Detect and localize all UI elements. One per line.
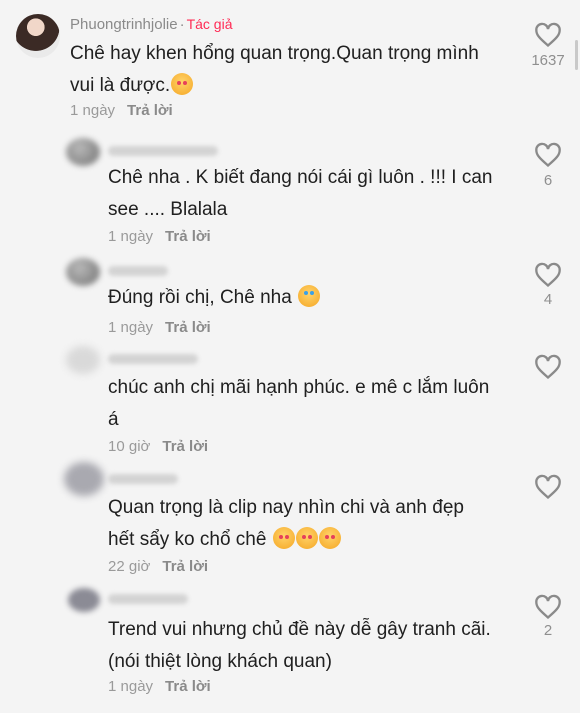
smiling-face-with-hearts-icon [272, 527, 295, 549]
reply-button[interactable]: Trả lời [165, 319, 211, 336]
blurred-username [108, 146, 218, 156]
comment-meta: 10 giờ Trả lời [108, 438, 208, 455]
comment-line: Quan trọng là clip nay nhìn chi và anh đ… [108, 497, 464, 518]
comment-meta: 1 ngày Trả lời [108, 678, 211, 695]
comment-line: hết sẩy ko chổ chê [108, 529, 267, 550]
like-count: 2 [543, 622, 553, 639]
comment-time: 22 giờ [108, 558, 151, 575]
author-name[interactable]: Phuongtrinhjolie [70, 16, 178, 33]
comment-meta: 22 giờ Trả lời [108, 558, 208, 575]
comment-line: see .... Blalala [108, 199, 228, 220]
reply-button[interactable]: Trả lời [162, 438, 208, 455]
comment-line: Đúng rồi chị, Chê nha [108, 287, 292, 308]
blurred-username [108, 354, 198, 364]
avatar[interactable] [16, 14, 60, 58]
heart-icon[interactable] [534, 474, 562, 500]
comment-meta: 1 ngày Trả lời [108, 319, 211, 336]
smiling-face-with-hearts-icon [295, 527, 318, 549]
blurred-username [108, 474, 178, 484]
comment-text: Trend vui nhưng chủ đề này dễ gây tranh … [108, 614, 491, 678]
heart-icon[interactable] [534, 142, 562, 168]
comment-line: Chê nha . K biết đang nói cái gì luôn . … [108, 167, 493, 188]
avatar[interactable] [66, 138, 100, 166]
comment-line: Trend vui nhưng chủ đề này dễ gây tranh … [108, 619, 491, 640]
comment-meta: 1 ngày Trả lời [108, 228, 211, 245]
face-with-tears-of-joy-icon [298, 285, 321, 307]
heart-icon[interactable] [534, 262, 562, 288]
comment-meta: 1 ngày Trả lời [70, 102, 173, 119]
comment-line: vui là được. [70, 75, 171, 96]
comment-line: chúc anh chị mãi hạnh phúc. e mê c lắm l… [108, 377, 490, 398]
heart-icon[interactable] [534, 354, 562, 380]
smiling-face-with-hearts-icon [171, 73, 194, 95]
avatar[interactable] [66, 346, 100, 374]
reply-button[interactable]: Trả lời [162, 558, 208, 575]
comment-line: (nói thiệt lòng khách quan) [108, 651, 332, 672]
comment-text: Quan trọng là clip nay nhìn chi và anh đ… [108, 492, 464, 556]
comment-time: 1 ngày [70, 102, 116, 119]
heart-icon[interactable] [534, 594, 562, 620]
like-count: 4 [543, 291, 553, 308]
smiling-face-with-hearts-icon [318, 527, 341, 549]
comment-time: 10 giờ [108, 438, 151, 455]
comment-author-line: Phuongtrinhjolie · Tác giả [70, 16, 233, 33]
like-count: 1637 [531, 52, 565, 69]
avatar[interactable] [68, 588, 100, 612]
comment-time: 1 ngày [108, 678, 154, 695]
avatar[interactable] [66, 258, 100, 286]
heart-icon[interactable] [534, 22, 562, 48]
separator-dot: · [179, 16, 185, 33]
author-badge: Tác giả [186, 16, 233, 32]
blurred-username [108, 594, 188, 604]
comment-line: á [108, 409, 119, 430]
scrollbar[interactable] [575, 40, 578, 70]
like-count: 6 [543, 172, 553, 189]
reply-button[interactable]: Trả lời [165, 228, 211, 245]
comment-time: 1 ngày [108, 228, 154, 245]
comment-text: Chê hay khen hổng quan trọng.Quan trọng … [70, 38, 479, 102]
comment-line: Chê hay khen hổng quan trọng.Quan trọng … [70, 43, 479, 64]
comment-text: Đúng rồi chị, Chê nha [108, 282, 321, 314]
comment-text: Chê nha . K biết đang nói cái gì luôn . … [108, 162, 492, 226]
comment-text: chúc anh chị mãi hạnh phúc. e mê c lắm l… [108, 372, 489, 436]
reply-button[interactable]: Trả lời [127, 102, 173, 119]
comment-time: 1 ngày [108, 319, 154, 336]
blurred-username [108, 266, 168, 276]
avatar[interactable] [64, 462, 104, 496]
reply-button[interactable]: Trả lời [165, 678, 211, 695]
